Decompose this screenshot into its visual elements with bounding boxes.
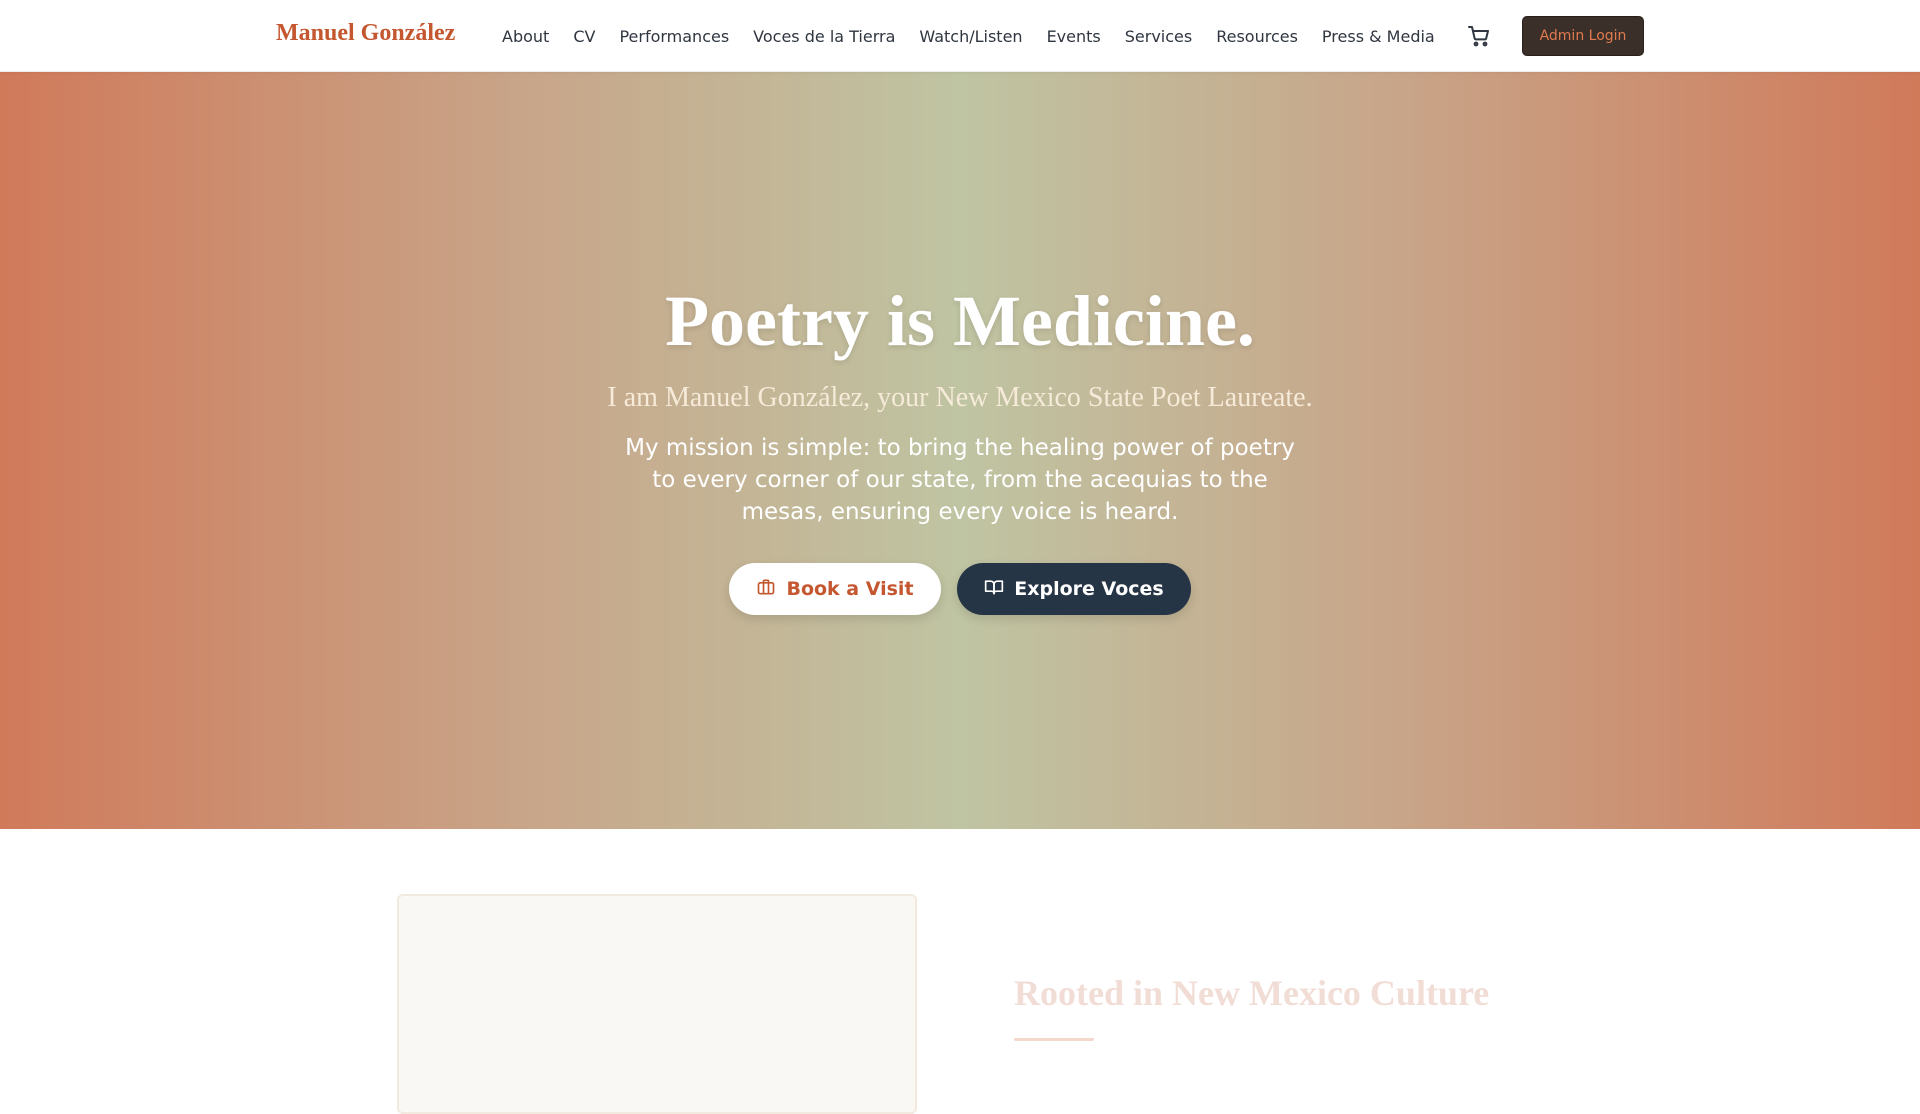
nav-link-cv[interactable]: CV [561,27,607,46]
hero-subtitle: I am Manuel González, your New Mexico St… [607,382,1313,413]
explore-voces-label: Explore Voces [1014,578,1164,600]
nav-link-events[interactable]: Events [1035,27,1113,46]
shopping-cart-icon[interactable] [1465,22,1493,50]
explore-voces-button[interactable]: Explore Voces [957,563,1191,615]
nav-link-resources[interactable]: Resources [1204,27,1310,46]
open-book-icon [984,577,1004,602]
main-nav: About CV Performances Voces de la Tierra… [490,0,1447,72]
section-divider [1014,1038,1094,1041]
hero-title: Poetry is Medicine. [665,281,1255,361]
nav-link-watch-listen[interactable]: Watch/Listen [907,27,1034,46]
nav-link-voces-de-la-tierra[interactable]: Voces de la Tierra [741,27,907,46]
nav-link-performances[interactable]: Performances [607,27,741,46]
admin-login-button[interactable]: Admin Login [1522,16,1644,56]
section-title: Rooted in New Mexico Culture [1014,973,1490,1013]
nav-link-services[interactable]: Services [1113,27,1204,46]
book-a-visit-button[interactable]: Book a Visit [729,563,941,615]
culture-image-card [397,894,917,1114]
site-brand-link[interactable]: Manuel González [276,20,455,47]
top-navbar: Manuel González About CV Performances Vo… [0,0,1920,72]
briefcase-icon [756,577,776,602]
hero-mission-text: My mission is simple: to bring the heali… [625,435,1295,525]
nav-link-about[interactable]: About [490,27,561,46]
hero-section: Poetry is Medicine. I am Manuel González… [0,72,1920,829]
book-a-visit-label: Book a Visit [786,578,914,600]
nav-link-press-media[interactable]: Press & Media [1310,27,1447,46]
